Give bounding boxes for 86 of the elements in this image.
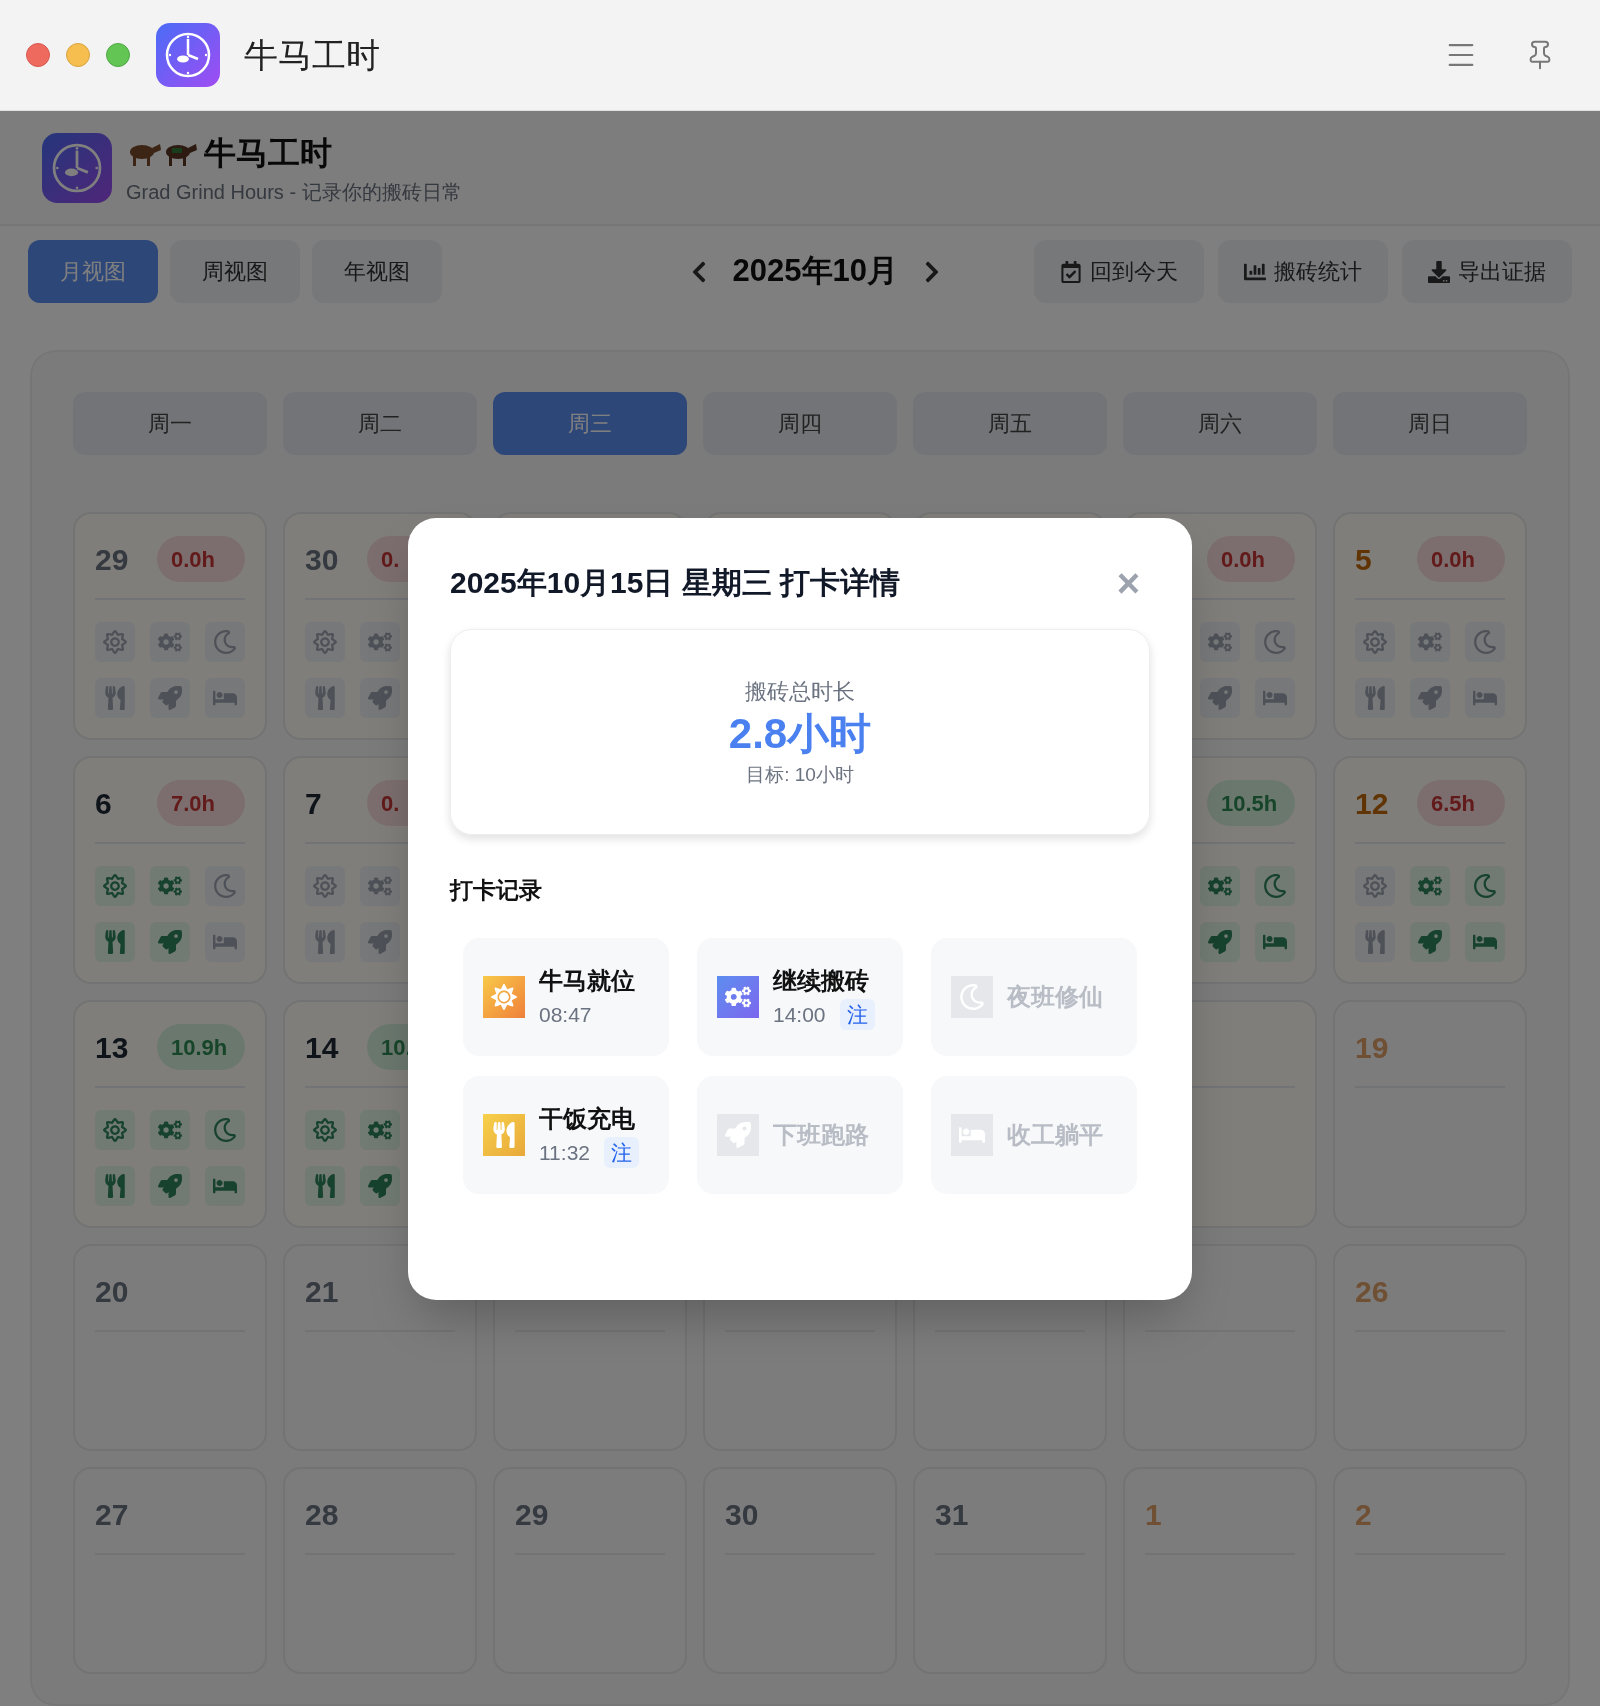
day-cell[interactable]: 27 xyxy=(73,1467,267,1674)
day-number: 19 xyxy=(1355,1029,1389,1066)
hours-badge: 10.9h xyxy=(157,1024,245,1070)
record-card[interactable]: 牛马就位 08:47 xyxy=(463,937,669,1056)
day-number: 7 xyxy=(305,785,322,822)
day-number: 12 xyxy=(1355,785,1389,822)
day-cell[interactable]: 26 xyxy=(1333,1244,1527,1451)
hours-badge: 6.5h xyxy=(1417,780,1505,826)
summary-value: 2.8小时 xyxy=(728,709,872,759)
record-card[interactable]: 干饭充电 11:32 注 xyxy=(463,1075,669,1194)
note-badge[interactable]: 注 xyxy=(604,1136,639,1169)
hours-badge: 0.0h xyxy=(157,536,245,582)
day-cell[interactable]: 1 xyxy=(1123,1467,1317,1674)
app-title: 牛马工时 xyxy=(204,133,332,173)
close-window-button[interactable] xyxy=(26,43,50,67)
day-number: 30 xyxy=(305,541,339,578)
view-tab[interactable]: 月视图 xyxy=(28,240,158,303)
calendar-check-icon xyxy=(1060,260,1082,283)
day-number: 20 xyxy=(95,1273,129,1310)
day-cell[interactable] xyxy=(1123,1244,1317,1451)
toolbar-button[interactable]: 回到今天 xyxy=(1034,240,1204,303)
day-cell[interactable]: 13 10.9h xyxy=(73,1000,267,1228)
day-cell[interactable]: 28 xyxy=(283,1467,477,1674)
day-number: 29 xyxy=(95,541,129,578)
summary-label: 搬砖总时长 xyxy=(745,678,855,706)
weekday-tab[interactable]: 周一 xyxy=(73,392,267,455)
record-label: 收工躺平 xyxy=(1007,1119,1103,1150)
day-number: 2 xyxy=(1355,1496,1372,1533)
day-cell[interactable]: 29 0.0h xyxy=(73,512,267,740)
day-number: 5 xyxy=(1355,541,1372,578)
record-card[interactable]: 继续搬砖 14:00 注 xyxy=(697,937,903,1056)
day-number: 29 xyxy=(515,1496,549,1533)
record-card[interactable]: 夜班修仙 xyxy=(931,937,1137,1056)
day-number: 31 xyxy=(935,1496,969,1533)
day-number: 30 xyxy=(725,1496,759,1533)
toolbar-button[interactable]: 导出证据 xyxy=(1402,240,1572,303)
day-cell[interactable]: 30 xyxy=(703,1467,897,1674)
record-time: 08:47 xyxy=(539,1001,592,1028)
day-cell[interactable]: 29 xyxy=(493,1467,687,1674)
record-label: 下班跑路 xyxy=(773,1119,869,1150)
day-number: 1 xyxy=(1145,1496,1162,1533)
day-number: 26 xyxy=(1355,1273,1389,1310)
day-number: 28 xyxy=(305,1496,339,1533)
weekday-tab[interactable]: 周五 xyxy=(913,392,1107,455)
day-number: 6 xyxy=(95,785,112,822)
record-card[interactable]: 下班跑路 xyxy=(697,1075,903,1194)
app-icon xyxy=(156,23,220,87)
day-cell[interactable]: 2 xyxy=(1333,1467,1527,1674)
view-tab[interactable]: 年视图 xyxy=(312,240,442,303)
app-subtitle: Grad Grind Hours - 记录你的搬砖日常 xyxy=(126,179,462,205)
day-number: 27 xyxy=(95,1496,129,1533)
record-time: 11:32 xyxy=(539,1139,590,1166)
month-label: 2025年10月 xyxy=(732,252,898,291)
record-label: 继续搬砖 xyxy=(773,965,870,996)
hours-badge: 10.5h xyxy=(1207,780,1295,826)
download-icon xyxy=(1428,260,1450,283)
toolbar-button[interactable]: 搬砖统计 xyxy=(1218,240,1388,303)
day-cell[interactable]: 6 7.0h xyxy=(73,756,267,984)
weekday-tab[interactable]: 周四 xyxy=(703,392,897,455)
hours-badge: 0.0h xyxy=(1207,536,1295,582)
record-label: 夜班修仙 xyxy=(1007,981,1103,1012)
day-number: 14 xyxy=(305,1029,339,1066)
day-cell[interactable]: 21 xyxy=(283,1244,477,1451)
day-number: 21 xyxy=(305,1273,339,1310)
day-cell[interactable]: 19 xyxy=(1333,1000,1527,1228)
hours-badge: 7.0h xyxy=(157,780,245,826)
window-title: 牛马工时 xyxy=(244,34,380,76)
weekday-tab[interactable]: 周三 xyxy=(493,392,687,455)
record-time: 14:00 xyxy=(773,1001,826,1028)
day-cell[interactable]: 12 6.5h xyxy=(1333,756,1527,984)
summary-target: 目标: 10小时 xyxy=(746,762,854,787)
record-card[interactable]: 收工躺平 xyxy=(931,1075,1137,1194)
weekday-tab[interactable]: 周日 xyxy=(1333,392,1527,455)
maximize-window-button[interactable] xyxy=(106,43,130,67)
record-label: 干饭充电 xyxy=(539,1103,636,1134)
weekday-tab[interactable]: 周六 xyxy=(1123,392,1317,455)
day-cell[interactable]: 20 xyxy=(73,1244,267,1451)
app-logo xyxy=(42,132,112,203)
hours-badge: 0.0h xyxy=(1417,536,1505,582)
day-cell[interactable]: 31 xyxy=(913,1467,1107,1674)
day-cell[interactable]: 5 0.0h xyxy=(1333,512,1527,740)
view-tab[interactable]: 周视图 xyxy=(170,240,300,303)
note-badge[interactable]: 注 xyxy=(839,998,875,1031)
record-label: 牛马就位 xyxy=(539,965,635,996)
day-number: 13 xyxy=(95,1029,129,1066)
weekday-tab[interactable]: 周二 xyxy=(283,392,477,455)
